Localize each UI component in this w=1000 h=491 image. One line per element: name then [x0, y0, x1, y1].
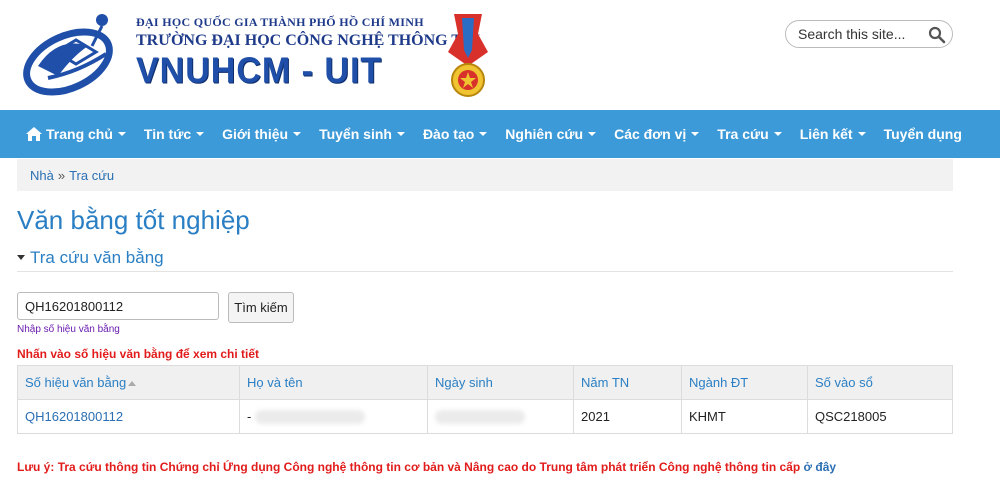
diploma-number-input[interactable] [17, 292, 219, 320]
home-icon [26, 127, 42, 141]
section-toggle[interactable]: Tra cứu văn bằng [17, 247, 953, 272]
table-header-row: Số hiệu văn bằng Họ và tên Ngày sinh Năm… [17, 365, 953, 400]
nav-item-6[interactable]: Các đơn vị [614, 126, 700, 142]
diploma-number-link[interactable]: QH16201800112 [25, 409, 123, 424]
nav-item-7[interactable]: Tra cứu [717, 126, 782, 142]
nav-list: Trang chủ Tin tức Giới thiệu Tuyển sinh Đào … [0, 110, 1000, 158]
caret-down-icon [396, 132, 405, 136]
column-header-major[interactable]: Ngành ĐT [681, 365, 808, 400]
nav-item-label: Giới thiệu [222, 126, 289, 142]
column-header-register-number[interactable]: Số vào sổ [807, 365, 953, 400]
university-name: TRƯỜNG ĐẠI HỌC CÔNG NGHỆ THÔNG TIN [136, 32, 480, 49]
uit-logo-icon[interactable] [18, 6, 130, 102]
nav-item-label: Các đơn vị [614, 126, 687, 142]
caret-down-icon [588, 132, 597, 136]
caret-down-icon [117, 132, 126, 136]
column-header-diploma-number[interactable]: Số hiệu văn bằng [17, 365, 240, 400]
page-title: Văn bằng tốt nghiệp [17, 205, 250, 235]
nav-item-4[interactable]: Đào tạo [422, 126, 488, 142]
column-header-birth-date[interactable]: Ngày sinh [427, 365, 574, 400]
nav-item-9[interactable]: Tuyển dụng [884, 126, 962, 142]
nav-item-label: Trang chủ [46, 126, 113, 142]
table-row: QH16201800112 - 2021 KHMT QSC218005 [17, 399, 953, 434]
breadcrumb-separator: » [57, 167, 66, 183]
column-header-full-name[interactable]: Họ và tên [239, 365, 428, 400]
sort-asc-icon[interactable] [128, 381, 137, 387]
full-name-value: - [247, 408, 252, 424]
breadcrumb-current[interactable]: Tra cứu [69, 168, 114, 183]
results-table: Số hiệu văn bằng Họ và tên Ngày sinh Năm… [17, 365, 953, 434]
redacted-name [254, 410, 365, 425]
section-title: Tra cứu văn bằng [30, 247, 164, 267]
site-search [785, 20, 953, 48]
footnote-text: Lưu ý: Tra cứu thông tin Chứng chỉ Ứng d… [17, 460, 804, 474]
search-button[interactable]: Tìm kiếm [228, 292, 294, 323]
nav-item-0[interactable]: Trang chủ [26, 126, 126, 142]
brand-wordmark[interactable]: VNUHCM - UIT [136, 51, 382, 92]
nav-item-2[interactable]: Giới thiệu [222, 126, 302, 142]
nav-item-3[interactable]: Tuyển sinh [319, 126, 405, 142]
cell-diploma-number: QH16201800112 [17, 399, 240, 434]
university-parent-name: ĐẠI HỌC QUỐC GIA THÀNH PHỐ HỒ CHÍ MINH [136, 15, 424, 29]
site-search-input[interactable] [798, 25, 922, 43]
medal-icon [448, 14, 488, 97]
breadcrumb: Nhà » Tra cứu [17, 159, 953, 191]
nav-item-label: Tuyển sinh [319, 126, 392, 142]
caret-down-icon [479, 132, 488, 136]
nav-item-label: Đào tạo [422, 126, 475, 142]
caret-down-icon [773, 132, 782, 136]
nav-item-label: Liên kết [799, 126, 853, 142]
caret-down-icon [17, 255, 25, 260]
cell-full-name: - [239, 399, 428, 434]
nav-item-1[interactable]: Tin tức [143, 126, 205, 142]
redacted-birth-date [435, 410, 525, 425]
caret-down-icon [196, 132, 205, 136]
cell-major: KHMT [681, 399, 808, 434]
nav-item-8[interactable]: Liên kết [800, 126, 866, 142]
instruction-notice: Nhấn vào số hiệu văn bằng để xem chi tiế… [17, 347, 260, 361]
nav-item-label: Tin tức [143, 126, 192, 142]
cell-register-number: QSC218005 [807, 399, 953, 434]
column-header-graduation-year[interactable]: Năm TN [573, 365, 682, 400]
footnote-link[interactable]: ở đây [804, 460, 837, 474]
caret-down-icon [293, 132, 302, 136]
breadcrumb-home[interactable]: Nhà [30, 168, 54, 183]
caret-down-icon [857, 132, 866, 136]
search-icon[interactable] [928, 26, 946, 44]
nav-item-label: Tra cứu [717, 126, 769, 142]
cell-birth-date [427, 399, 574, 434]
input-hint: Nhập số hiệu văn bằng [17, 324, 120, 335]
caret-down-icon [691, 132, 700, 136]
main-nav: Trang chủ Tin tức Giới thiệu Tuyển sinh Đào … [0, 110, 1000, 158]
nav-item-label: Tuyển dụng [883, 126, 962, 142]
site-header: ĐẠI HỌC QUỐC GIA THÀNH PHỐ HỒ CHÍ MINH T… [0, 0, 1000, 110]
footnote: Lưu ý: Tra cứu thông tin Chứng chỉ Ứng d… [17, 460, 836, 474]
cell-graduation-year: 2021 [573, 399, 682, 434]
nav-item-label: Nghiên cứu [505, 126, 584, 142]
nav-item-5[interactable]: Nghiên cứu [505, 126, 597, 142]
